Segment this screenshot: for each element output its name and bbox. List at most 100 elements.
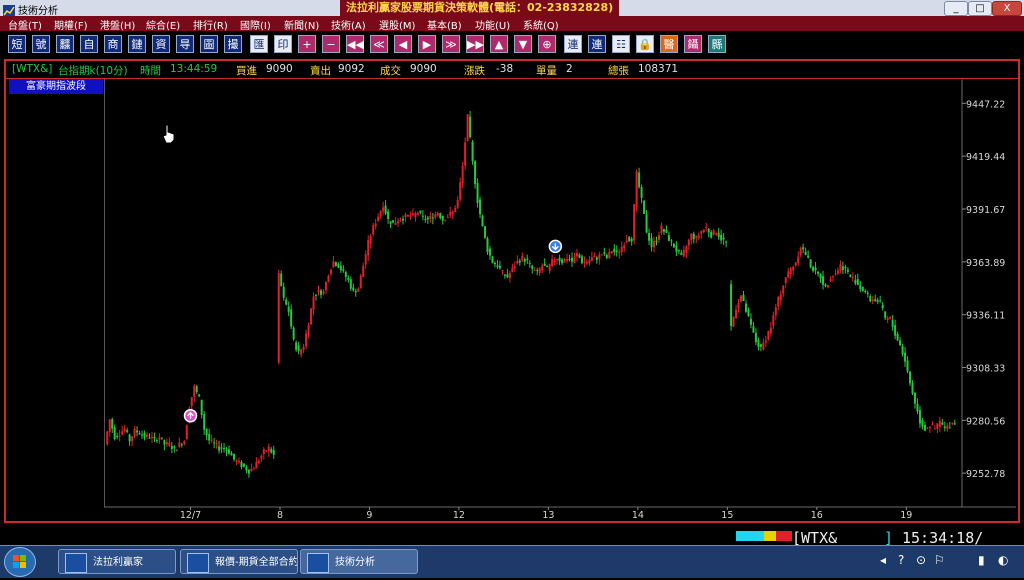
candle-body xyxy=(245,467,248,471)
toolbar-chain-button[interactable]: 鏈 xyxy=(128,35,146,53)
candle-body xyxy=(357,288,360,292)
candle-body xyxy=(640,187,643,198)
toolbar-commodity-button[interactable]: 商 xyxy=(104,35,122,53)
candle-body xyxy=(528,263,531,265)
taskbar-app-winner[interactable]: 法拉利贏家 xyxy=(58,549,176,574)
menu-bar: 台盤(T) 期權(F) 港盤(H) 綜合(E) 排行(R) 國際(I) 新聞(N… xyxy=(0,16,1024,32)
candle-body xyxy=(518,260,521,263)
candle-body xyxy=(782,285,785,294)
tray-clock-icon[interactable]: ⊙ xyxy=(916,553,926,567)
start-button[interactable] xyxy=(4,547,36,577)
task-label: 技術分析 xyxy=(335,557,375,568)
toolbar-zoom-in-button[interactable]: + xyxy=(298,35,316,53)
menu-item-intl[interactable]: 國際(I) xyxy=(240,17,271,32)
toolbar-short-button[interactable]: 短 xyxy=(8,35,26,53)
candle-body xyxy=(133,428,136,437)
minimize-button[interactable]: _ xyxy=(944,1,968,16)
candle-body xyxy=(648,233,651,241)
candle-body xyxy=(769,327,772,334)
menu-item-technical[interactable]: 技術(A) xyxy=(331,17,366,32)
candle-body xyxy=(886,317,889,320)
candle-body xyxy=(354,291,357,293)
menu-item-taiwan[interactable]: 台盤(T) xyxy=(8,17,42,32)
menu-item-news[interactable]: 新聞(N) xyxy=(284,17,319,32)
menu-item-composite[interactable]: 綜合(E) xyxy=(146,17,180,32)
candle-body xyxy=(208,434,211,441)
candle-body xyxy=(911,383,914,394)
candle-body xyxy=(899,340,902,346)
toolbar-info-button[interactable]: 資 xyxy=(152,35,170,53)
candle-body xyxy=(128,434,131,442)
candle-body xyxy=(585,262,588,264)
candle-body xyxy=(792,266,795,271)
tray-network-icon[interactable]: ▮ xyxy=(978,553,985,567)
candle-body xyxy=(394,222,397,225)
toolbar-window-button[interactable]: ☷ xyxy=(612,35,630,53)
candle-body xyxy=(672,243,675,248)
candle-body xyxy=(213,442,216,444)
toolbar-alert-button[interactable]: 醫 xyxy=(660,35,678,53)
toolbar-tweezer-button[interactable]: 鑷 xyxy=(684,35,702,53)
candlestick-chart[interactable]: 9447.22 9419.44 9391.67 9363.89 9336.11 9308.… xyxy=(104,79,1016,519)
toolbar-up-button[interactable]: ▲ xyxy=(490,35,508,53)
toolbar-lock-button[interactable]: 🔒 xyxy=(636,35,654,53)
candle-body xyxy=(315,294,318,296)
candle-body xyxy=(610,251,613,254)
candle-body xyxy=(600,254,603,256)
candle-body xyxy=(556,259,559,261)
toolbar-link2-button[interactable]: 連 xyxy=(588,35,606,53)
menu-item-stockpick[interactable]: 選股(M) xyxy=(379,17,415,32)
toolbar-back-button[interactable]: ◀ xyxy=(394,35,412,53)
toolbar-page-fwd-button[interactable]: ≫ xyxy=(442,35,460,53)
toolbar-search-button[interactable]: ⊕ xyxy=(538,35,556,53)
candle-body xyxy=(894,325,897,336)
toolbar-link-button[interactable]: 連 xyxy=(564,35,582,53)
close-button[interactable]: X xyxy=(992,1,1022,16)
tray-expand-icon[interactable]: ◂ xyxy=(880,553,886,567)
toolbar-last-button[interactable]: ▶▶ xyxy=(466,35,484,53)
toolbar-custom-button[interactable]: 自 xyxy=(80,35,98,53)
menu-item-futures[interactable]: 期權(F) xyxy=(54,17,88,32)
toolbar-forward-button[interactable]: ▶ xyxy=(418,35,436,53)
toolbar-board-button[interactable]: 䨻 xyxy=(56,35,74,53)
toolbar-county-button[interactable]: 縣 xyxy=(708,35,726,53)
candle-body xyxy=(439,213,442,218)
candle-body xyxy=(784,277,787,284)
y-tick-label: 9391.67 xyxy=(966,205,1005,216)
x-tick-label: 15 xyxy=(721,510,733,519)
tray-flag-icon[interactable]: ⚐ xyxy=(934,553,945,567)
toolbar-chart-button[interactable]: 圖 xyxy=(200,35,218,53)
taskbar-app-quotes[interactable]: 報價-期貨全部合約 xyxy=(180,549,298,574)
toolbar-page-back-button[interactable]: ≪ xyxy=(370,35,388,53)
menu-item-fundamental[interactable]: 基本(B) xyxy=(427,17,462,32)
candle-body xyxy=(590,256,593,261)
candle-body xyxy=(434,214,437,218)
taskbar-app-technical[interactable]: 技術分析 xyxy=(300,549,418,574)
candle-body xyxy=(240,461,243,467)
toolbar-zoom-out-button[interactable]: − xyxy=(322,35,340,53)
candle-body xyxy=(787,271,790,278)
candle-body xyxy=(859,284,862,290)
candle-body xyxy=(486,238,489,253)
toolbar-down-button[interactable]: ▼ xyxy=(514,35,532,53)
candle-body xyxy=(906,360,909,372)
x-tick-label: 12 xyxy=(453,510,465,519)
candle-body xyxy=(449,212,452,216)
toolbar-fx-button[interactable]: 匯 xyxy=(250,35,268,53)
tray-help-icon[interactable]: ? xyxy=(898,553,904,567)
candle-body xyxy=(546,266,549,268)
toolbar-first-button[interactable]: ◀◀ xyxy=(346,35,364,53)
study-button[interactable]: 富豪期指波段 xyxy=(9,79,103,94)
maximize-button[interactable]: □ xyxy=(968,1,992,16)
menu-item-functions[interactable]: 功能(U) xyxy=(475,17,510,32)
tray-volume-icon[interactable]: ◐ xyxy=(998,553,1008,567)
candle-body xyxy=(200,399,203,415)
menu-item-system[interactable]: 系統(Q) xyxy=(523,17,559,32)
candle-body xyxy=(426,217,429,220)
toolbar-match-button[interactable]: 撮 xyxy=(224,35,242,53)
toolbar-quote-button[interactable]: 號 xyxy=(32,35,50,53)
toolbar-detail-button[interactable]: 㝵 xyxy=(176,35,194,53)
menu-item-ranking[interactable]: 排行(R) xyxy=(193,17,228,32)
toolbar-print-button[interactable]: 印 xyxy=(274,35,292,53)
menu-item-hongkong[interactable]: 港盤(H) xyxy=(100,17,135,32)
